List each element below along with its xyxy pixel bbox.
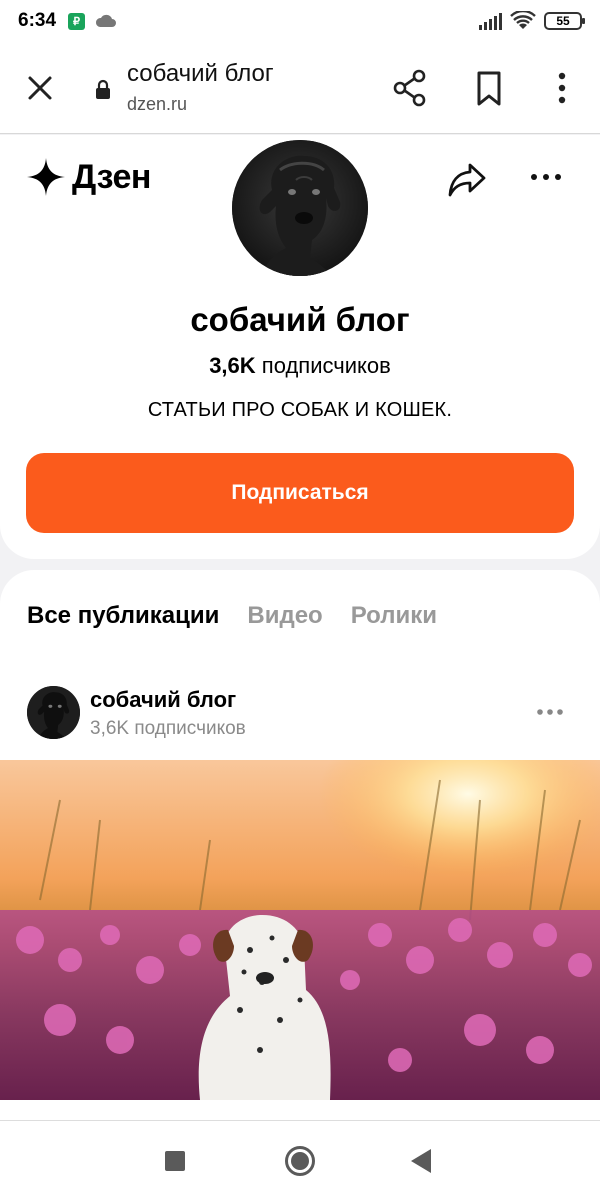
feed-tabs: Все публикации Видео Ролики [27,602,437,630]
browser-toolbar: собачий блог dzen.ru [0,42,600,134]
subscribe-button[interactable]: Подписаться [26,453,574,533]
system-navigation-bar [0,1120,600,1200]
channel-description: СТАТЬИ ПРО СОБАК И КОШЕК. [147,399,453,421]
channel-avatar [232,140,368,276]
dog-avatar-image [27,686,80,739]
share-icon[interactable] [392,68,428,108]
post-cover-image[interactable] [0,760,600,1100]
post-author-name[interactable]: собачий блог [90,687,236,713]
dzen-logo[interactable]: Дзен [26,157,151,197]
tab-video[interactable]: Видео [247,602,322,630]
channel-subscribers: 3,6K подписчиков [0,353,600,379]
status-bar: 6:34 ₽ 55 [0,0,600,42]
subscribers-label: подписчиков [261,353,391,378]
page-title[interactable]: собачий блог [127,60,274,88]
tab-shorts[interactable]: Ролики [351,602,437,630]
home-button[interactable] [285,1146,315,1176]
share-arrow-icon[interactable] [446,159,488,199]
tab-all-publications[interactable]: Все публикации [27,602,219,630]
cloud-icon [96,14,117,27]
overflow-menu-icon[interactable] [548,70,576,108]
battery-level: 55 [556,14,570,28]
back-button[interactable] [411,1149,431,1173]
dzen-star-icon [27,158,65,196]
publications-feed: Все публикации Видео Ролики собачий блог… [0,570,600,1130]
channel-name: собачий блог [190,301,410,338]
subscribers-count: 3,6K [209,353,256,378]
dog-avatar-image [232,140,368,276]
battery-icon: 55 [544,12,585,30]
channel-header: Дзен собачий блог 3,6K подписчиков СТАТЬ… [0,135,600,559]
close-icon[interactable] [22,70,58,106]
more-horizontal-icon[interactable] [526,169,566,185]
status-time: 6:34 [18,10,57,31]
recent-apps-button[interactable] [165,1151,185,1171]
dzen-brand: Дзен [72,157,151,196]
signal-icon [479,13,502,30]
url-domain[interactable]: dzen.ru [127,94,187,115]
lock-icon [96,79,110,99]
wifi-icon [510,11,536,29]
payment-app-icon: ₽ [68,12,86,30]
post-author-subscribers: 3,6K подписчиков [90,718,246,739]
home-dot-icon [291,1152,309,1170]
bookmark-icon[interactable] [472,70,506,108]
post-more-icon[interactable] [535,706,565,718]
post-author-avatar[interactable] [27,686,80,739]
